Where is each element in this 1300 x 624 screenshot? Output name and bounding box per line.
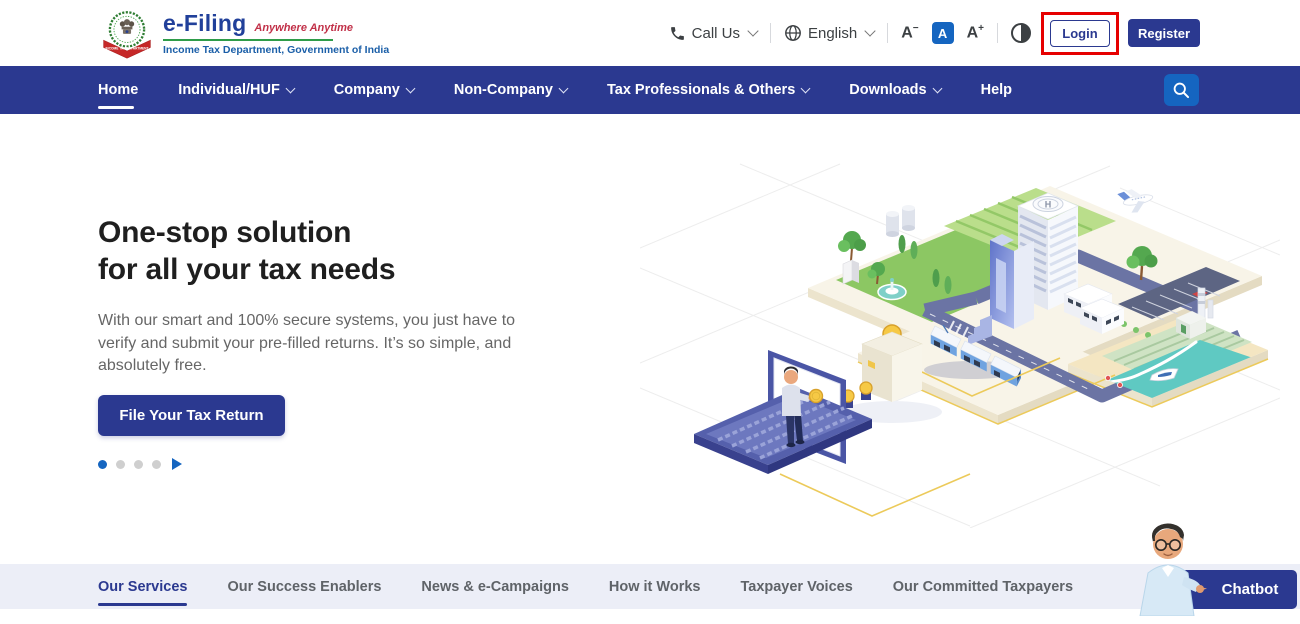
brand-name: e-Filing xyxy=(163,10,246,37)
search-icon xyxy=(1172,81,1191,100)
phone-icon xyxy=(669,25,686,42)
logo-text: e-Filing Anywhere Anytime Income Tax Dep… xyxy=(163,10,389,56)
efiling-homepage: INCOME TAX DEPARTMENT e-Filing Anywhere … xyxy=(0,0,1300,624)
font-decrease-button[interactable]: A− xyxy=(901,24,918,41)
income-tax-emblem-icon: INCOME TAX DEPARTMENT xyxy=(100,6,154,60)
nav-item-help[interactable]: Help xyxy=(981,66,1012,114)
header-controls: Call Us English A− A A+ xyxy=(669,0,1200,66)
language-menu[interactable]: English xyxy=(784,24,874,42)
section-tab-bar: Our Services Our Success Enablers News &… xyxy=(0,564,1300,609)
chatbot-button[interactable]: Chatbot xyxy=(1181,570,1297,609)
nav-item-tax-professionals[interactable]: Tax Professionals & Others xyxy=(607,66,809,114)
chevron-down-icon xyxy=(559,83,569,93)
chevron-down-icon xyxy=(405,83,415,93)
site-logo[interactable]: INCOME TAX DEPARTMENT e-Filing Anywhere … xyxy=(100,6,389,60)
file-tax-return-button[interactable]: File Your Tax Return xyxy=(98,395,285,436)
call-us-menu[interactable]: Call Us xyxy=(669,25,757,42)
airplane-icon xyxy=(1117,185,1155,216)
hero-illustration: H xyxy=(640,128,1280,528)
nav-item-individual-huf[interactable]: Individual/HUF xyxy=(178,66,294,114)
globe-icon xyxy=(784,24,802,42)
helipad-letter: H xyxy=(1045,200,1052,210)
font-size-controls: A− A A+ xyxy=(901,22,984,44)
chevron-down-icon xyxy=(285,83,295,93)
carousel-play-icon[interactable] xyxy=(172,458,182,470)
font-normal-button[interactable]: A xyxy=(932,22,954,44)
login-button[interactable]: Login xyxy=(1050,20,1110,47)
nav-item-downloads[interactable]: Downloads xyxy=(849,66,940,114)
logo-divider xyxy=(163,39,333,41)
chevron-down-icon xyxy=(747,25,758,36)
font-increase-button[interactable]: A+ xyxy=(967,24,984,41)
divider xyxy=(997,23,998,43)
language-label: English xyxy=(808,25,857,42)
tab-our-services[interactable]: Our Services xyxy=(98,564,187,609)
divider xyxy=(770,23,771,43)
search-button[interactable] xyxy=(1164,74,1199,106)
chevron-down-icon xyxy=(801,83,811,93)
chevron-down-icon xyxy=(932,83,942,93)
svg-text:INCOME TAX DEPARTMENT: INCOME TAX DEPARTMENT xyxy=(106,47,149,51)
silos xyxy=(886,205,915,237)
brand-subtitle: Income Tax Department, Government of Ind… xyxy=(163,44,389,56)
carousel-controls xyxy=(98,458,182,470)
tab-taxpayer-voices[interactable]: Taxpayer Voices xyxy=(740,564,852,609)
hero-title: One-stop solution for all your tax needs xyxy=(98,214,395,288)
carousel-dot-4[interactable] xyxy=(152,460,161,469)
tab-how-it-works[interactable]: How it Works xyxy=(609,564,701,609)
tab-our-success-enablers[interactable]: Our Success Enablers xyxy=(227,564,381,609)
divider xyxy=(887,23,888,43)
call-us-label: Call Us xyxy=(692,25,740,42)
register-button[interactable]: Register xyxy=(1128,19,1200,47)
login-highlight-box: Login xyxy=(1041,12,1119,55)
tab-our-committed-taxpayers[interactable]: Our Committed Taxpayers xyxy=(893,564,1073,609)
carousel-dot-3[interactable] xyxy=(134,460,143,469)
laptop-person xyxy=(694,350,872,474)
hero-description: With our smart and 100% secure systems, … xyxy=(98,310,530,378)
carousel-dot-2[interactable] xyxy=(116,460,125,469)
nav-item-non-company[interactable]: Non-Company xyxy=(454,66,567,114)
carousel-dot-1[interactable] xyxy=(98,460,107,469)
top-header: INCOME TAX DEPARTMENT e-Filing Anywhere … xyxy=(0,0,1300,66)
brand-tagline: Anywhere Anytime xyxy=(254,22,353,34)
tab-news-e-campaigns[interactable]: News & e-Campaigns xyxy=(421,564,568,609)
nav-item-home[interactable]: Home xyxy=(98,66,138,114)
chevron-down-icon xyxy=(865,25,876,36)
nav-item-company[interactable]: Company xyxy=(334,66,414,114)
main-navigation: Home Individual/HUF Company Non-Company … xyxy=(0,66,1300,114)
contrast-toggle-icon[interactable] xyxy=(1011,23,1031,43)
